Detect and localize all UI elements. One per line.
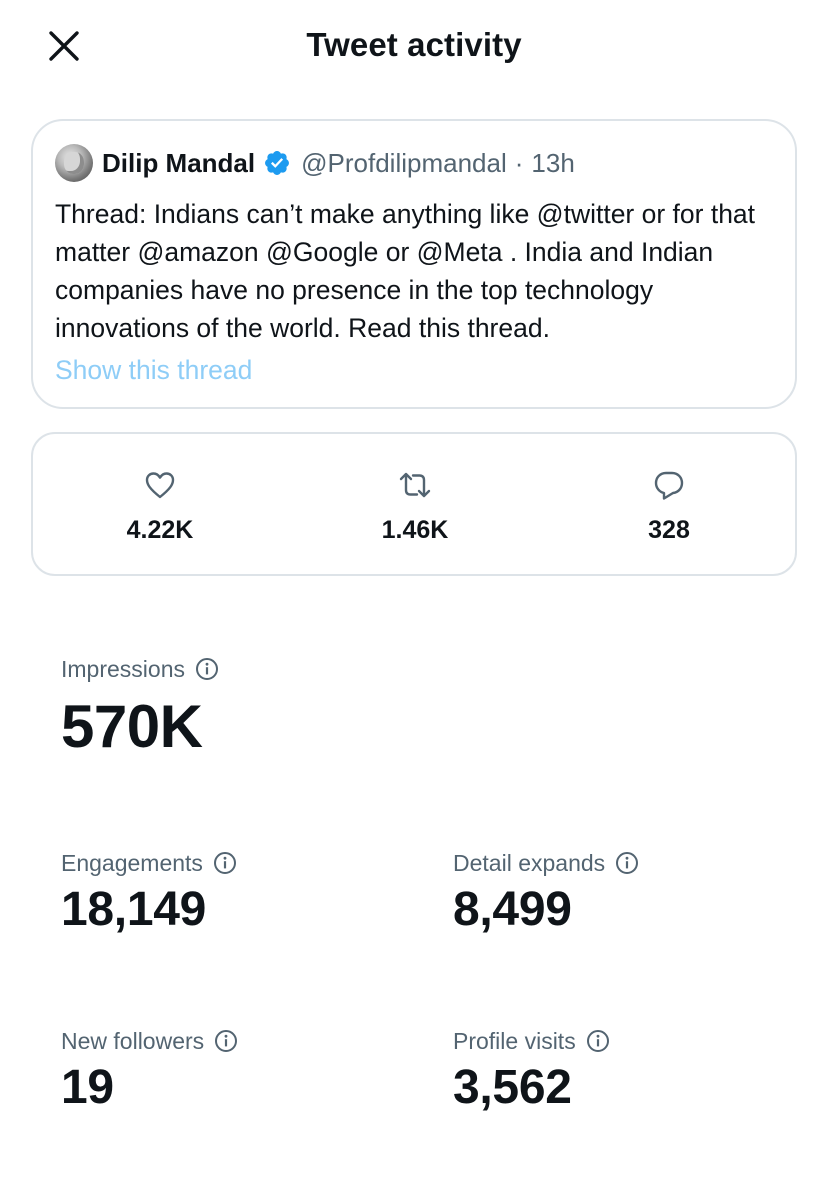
likes-count: 4.22K [126, 516, 194, 544]
detail-expands-label: Detail expands [453, 849, 606, 876]
header: Tweet activity [0, 0, 828, 92]
info-icon[interactable] [213, 851, 237, 875]
replies-count: 328 [648, 516, 690, 544]
tweet-time[interactable]: 13h [531, 148, 574, 179]
engagement-stats-card: 4.22K 1.46K 328 [31, 432, 797, 576]
info-icon[interactable] [214, 1029, 238, 1053]
impressions-metric: Impressions 570K [61, 654, 219, 761]
engagements-metric: Engagements 18,149 [61, 848, 237, 937]
profile-visits-value: 3,562 [453, 1061, 572, 1114]
profile-visits-metric: Profile visits 3,562 [453, 1026, 610, 1115]
retweet-icon [399, 472, 431, 498]
retweets-stat[interactable]: 1.46K [315, 468, 515, 545]
new-followers-value: 19 [61, 1061, 114, 1114]
engagements-label: Engagements [61, 849, 203, 876]
verified-badge-icon [265, 151, 290, 175]
new-followers-label: New followers [61, 1027, 205, 1054]
tweet-card[interactable]: Dilip Mandal @Profdilipmandal · 13h Thre… [31, 119, 797, 409]
detail-expands-metric: Detail expands 8,499 [453, 848, 639, 937]
info-icon[interactable] [586, 1029, 610, 1053]
author-name[interactable]: Dilip Mandal [102, 148, 255, 179]
likes-stat[interactable]: 4.22K [60, 468, 260, 545]
detail-expands-value: 8,499 [453, 883, 572, 936]
replies-stat[interactable]: 328 [569, 468, 769, 545]
separator-dot: · [514, 147, 524, 178]
profile-visits-label: Profile visits [453, 1027, 576, 1054]
new-followers-metric: New followers 19 [61, 1026, 238, 1115]
tweet-header: Dilip Mandal @Profdilipmandal · 13h [55, 143, 773, 183]
heart-icon [145, 472, 175, 499]
impressions-label: Impressions [61, 655, 185, 682]
info-icon[interactable] [615, 851, 639, 875]
impressions-value: 570K [61, 693, 203, 760]
engagements-value: 18,149 [61, 883, 207, 936]
page-title: Tweet activity [306, 26, 522, 63]
tweet-activity-page: Tweet activity Dilip Mandal @Profdilipma… [0, 0, 828, 1177]
avatar[interactable] [55, 144, 93, 182]
info-icon[interactable] [195, 657, 219, 681]
show-thread-link[interactable]: Show this thread [55, 355, 252, 386]
reply-icon [654, 471, 684, 500]
tweet-text: Thread: Indians can’t make anything like… [55, 199, 756, 343]
author-handle[interactable]: @Profdilipmandal [301, 148, 507, 179]
retweets-count: 1.46K [381, 516, 449, 544]
